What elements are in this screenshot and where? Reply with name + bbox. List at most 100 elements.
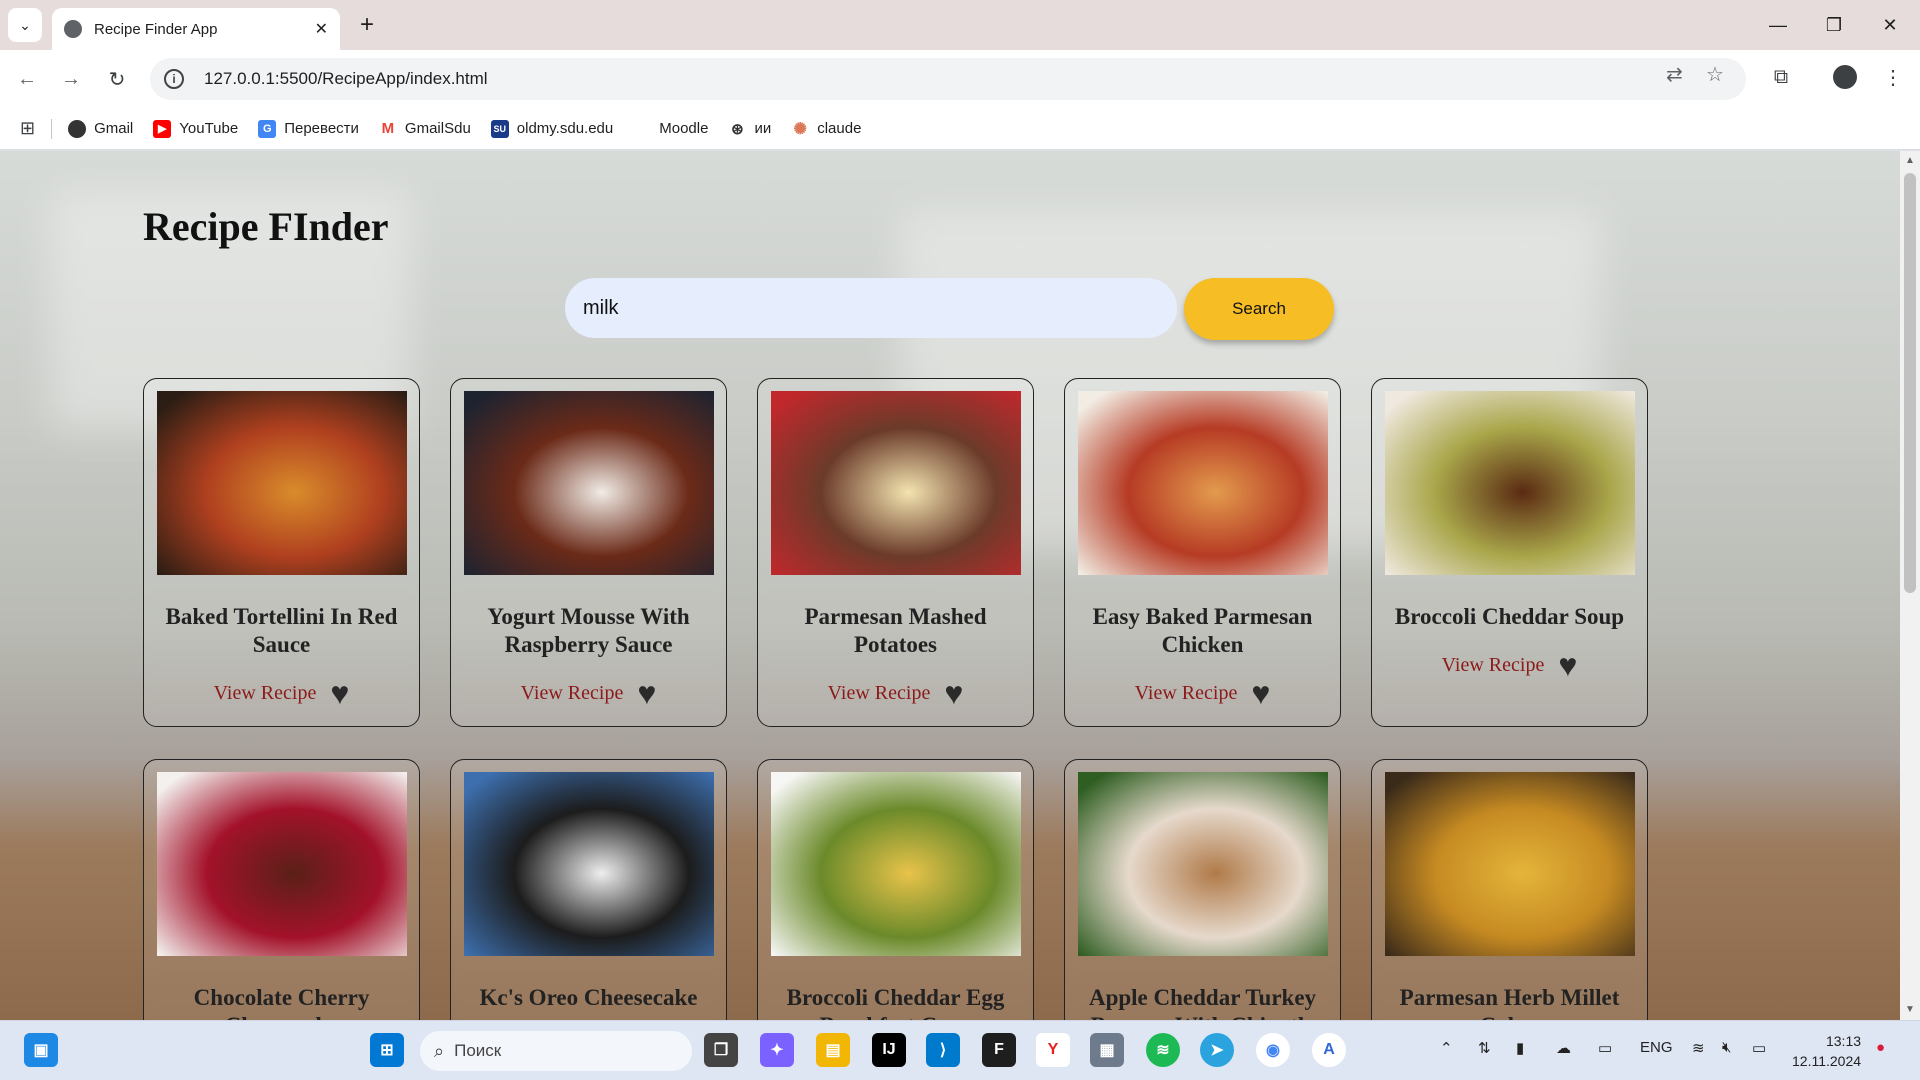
bookmark-label: oldmy.sdu.edu [516, 120, 614, 137]
recipe-actions: View Recipe ♥ [214, 677, 350, 709]
tab-title: Recipe Finder App [94, 20, 218, 38]
recipe-actions: View Recipe ♥ [521, 677, 657, 709]
recipe-card: Kc's Oreo CheesecakeView Recipe♥ [450, 759, 727, 1020]
vscode-icon[interactable]: ⟩ [926, 1033, 960, 1067]
recipe-name: Broccoli Cheddar Soup [1394, 604, 1625, 629]
recipe-card: Parmesan Herb Millet CakesView Recipe♥ [1371, 759, 1648, 1020]
app-store-icon[interactable]: A [1312, 1033, 1346, 1067]
scroll-down-icon[interactable]: ▼ [1905, 1004, 1915, 1015]
minimize-button[interactable]: — [1758, 10, 1798, 40]
tab-search-button[interactable]: ⌄ [8, 8, 42, 42]
widgets-icon[interactable]: ▣ [24, 1033, 58, 1067]
recipe-actions: View Recipe ♥ [1442, 649, 1578, 681]
recipe-image [1384, 772, 1635, 956]
address-bar[interactable]: i 127.0.0.1:5500/RecipeApp/index.html [150, 58, 1746, 100]
file-explorer-icon[interactable]: ▤ [816, 1033, 850, 1067]
site-info-icon[interactable]: i [164, 69, 184, 89]
forward-button[interactable]: → [56, 64, 86, 94]
task-view-icon[interactable]: ❐ [704, 1033, 738, 1067]
recipe-name: Apple Cheddar Turkey Burgers With Chipot… [1088, 985, 1317, 1020]
clock[interactable]: 13:13 12.11.2024 [1792, 1031, 1861, 1071]
recipe-actions: View Recipe ♥ [1135, 677, 1271, 709]
bookmark-gmailsdu[interactable]: M GmailSdu [378, 119, 471, 138]
yandex-icon[interactable]: Y [1036, 1033, 1070, 1067]
spotify-icon[interactable]: ≋ [1146, 1033, 1180, 1067]
wifi-icon[interactable]: ≋ [1692, 1039, 1705, 1057]
view-recipe-link[interactable]: View Recipe [214, 682, 317, 705]
bookmark-label: YouTube [179, 120, 239, 137]
recipe-card: Parmesan Mashed Potatoes View Recipe ♥ [757, 378, 1034, 727]
page-scrollbar[interactable]: ▲ ▼ [1900, 151, 1920, 1020]
telegram-icon[interactable]: ➤ [1200, 1033, 1234, 1067]
recipe-image [156, 772, 407, 956]
heart-icon[interactable]: ♥ [330, 677, 349, 709]
profile-button[interactable] [1830, 62, 1860, 92]
bookmark-sdu[interactable]: SU oldmy.sdu.edu [490, 119, 614, 138]
restore-icon: ❐ [1825, 14, 1843, 35]
view-recipe-link[interactable]: View Recipe [1135, 682, 1238, 705]
taskbar-search-placeholder: Поиск [454, 1041, 502, 1060]
menu-button[interactable]: ⋮ [1878, 62, 1908, 92]
close-icon: ✕ [1882, 14, 1898, 35]
youtube-icon: ▶ [153, 119, 172, 138]
recipe-name: Chocolate Cherry Cheesecake [193, 985, 370, 1020]
extensions-button[interactable]: ⧉ [1766, 62, 1796, 92]
bookmark-ai[interactable]: ⊛ ии [728, 119, 771, 138]
chrome-icon[interactable]: ◉ [1256, 1033, 1290, 1067]
bookmark-gmail[interactable]: Gmail [68, 119, 133, 138]
translate-icon: G [258, 119, 277, 138]
bookmark-translate[interactable]: G Перевести [258, 119, 359, 138]
recipe-image [463, 772, 714, 956]
recipe-name: Yogurt Mousse With Raspberry Sauce [487, 604, 690, 657]
bookmark-moodle[interactable]: Moodle [633, 119, 709, 138]
bookmark-claude[interactable]: ✺ claude [791, 119, 861, 138]
apps-button[interactable]: ⊞ [20, 118, 35, 139]
bookmark-label: Moodle [659, 120, 709, 137]
back-button[interactable]: ← [12, 64, 42, 94]
figma-icon[interactable]: F [982, 1033, 1016, 1067]
close-icon[interactable]: ✕ [315, 19, 328, 39]
scrollbar-thumb[interactable] [1904, 173, 1916, 593]
view-recipe-link[interactable]: View Recipe [1442, 654, 1545, 677]
taskbar-search[interactable]: ⌕ Поиск [420, 1031, 692, 1071]
volume-muted-icon[interactable]: 🔇︎ [1722, 1039, 1731, 1056]
notification-bell-icon[interactable]: ● [1876, 1039, 1885, 1056]
language-indicator[interactable]: ENG [1640, 1039, 1673, 1056]
recipe-card: Easy Baked Parmesan Chicken View Recipe ♥ [1064, 378, 1341, 727]
recipe-image [156, 391, 407, 575]
window-close-button[interactable]: ✕ [1870, 10, 1910, 40]
chevron-up-icon[interactable]: ⌃ [1440, 1039, 1453, 1057]
cloud-icon[interactable]: ☁ [1556, 1039, 1571, 1057]
recipe-name: Baked Tortellini In Red Sauce [165, 604, 398, 657]
bookmark-youtube[interactable]: ▶ YouTube [153, 119, 239, 138]
clock-date: 12.11.2024 [1792, 1053, 1862, 1069]
scroll-up-icon[interactable]: ▲ [1905, 155, 1915, 166]
restore-button[interactable]: ❐ [1814, 10, 1854, 40]
heart-icon[interactable]: ♥ [1558, 649, 1577, 681]
search-button[interactable]: Search [1184, 278, 1334, 340]
reload-button[interactable]: ↻ [102, 64, 132, 94]
network-activity-icon[interactable]: ▮ [1516, 1039, 1524, 1057]
star-icon[interactable]: ☆ [1706, 62, 1724, 87]
copilot-icon[interactable]: ✦ [760, 1033, 794, 1067]
display-icon[interactable]: ▭ [1598, 1039, 1612, 1057]
recipe-name: Easy Baked Parmesan Chicken [1092, 604, 1313, 657]
heart-icon[interactable]: ♥ [1251, 677, 1270, 709]
view-recipe-link[interactable]: View Recipe [521, 682, 624, 705]
heart-icon[interactable]: ♥ [944, 677, 963, 709]
calculator-icon[interactable]: ▦ [1090, 1033, 1124, 1067]
new-tab-button[interactable]: + [352, 10, 382, 40]
browser-tab-active[interactable]: Recipe Finder App ✕ [52, 8, 340, 50]
jetbrains-icon[interactable]: IJ [872, 1033, 906, 1067]
recipe-name: Parmesan Herb Millet Cakes [1399, 985, 1620, 1020]
heart-icon[interactable]: ♥ [637, 677, 656, 709]
view-recipe-link[interactable]: View Recipe [828, 682, 931, 705]
translate-icon[interactable]: ⇄ [1666, 62, 1683, 87]
kebab-menu-icon: ⋮ [1883, 66, 1903, 89]
recipe-image [770, 391, 1021, 575]
search-input[interactable] [565, 278, 1177, 338]
transfer-icon[interactable]: ⇅ [1478, 1039, 1491, 1057]
battery-icon[interactable]: ▭ [1752, 1039, 1766, 1057]
start-icon[interactable]: ⊞ [370, 1033, 404, 1067]
bookmarks-bar: ⊞ Gmail ▶ YouTube G Перевести M GmailSdu SU… [0, 108, 1920, 150]
